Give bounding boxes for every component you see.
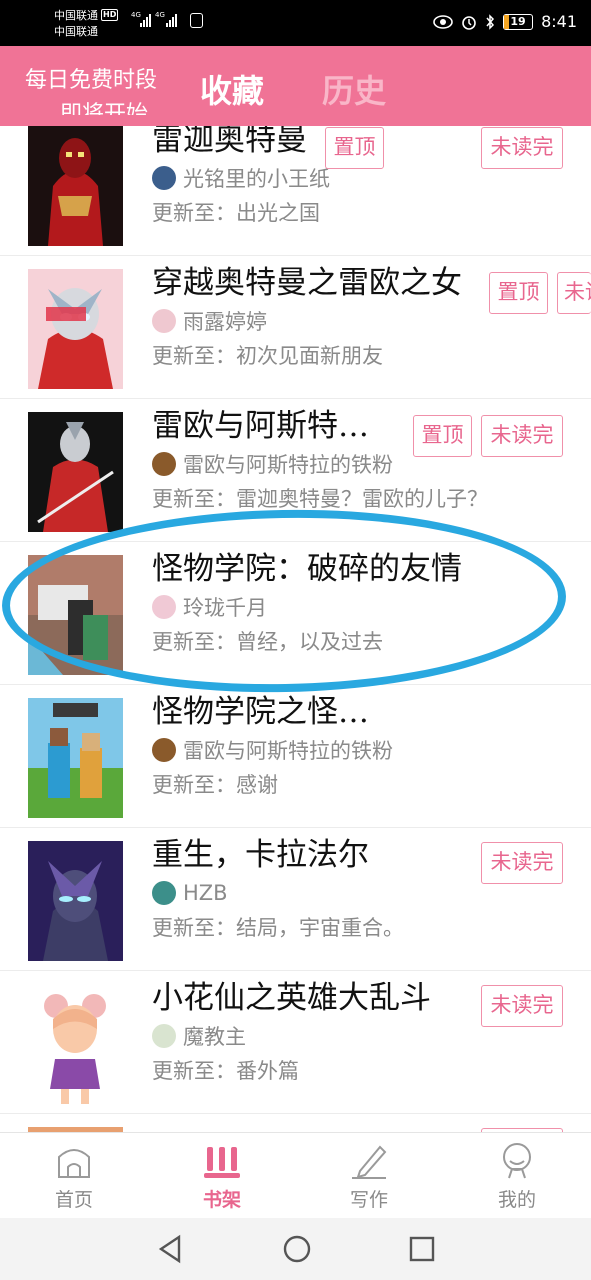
signal-icon-1 [140,14,151,27]
hd-icon: HD [101,9,119,21]
profile-icon [503,1143,531,1179]
bluetooth-icon [486,13,495,30]
unread-badge[interactable]: 未读完 [481,842,563,884]
list-item[interactable]: 怪物学院之怪… 雷欧与阿斯特拉的铁粉 更新至：感谢 [0,685,591,828]
author-avatar [152,881,176,905]
carrier-2: 中国联通 [54,25,98,38]
book-author: 雷欧与阿斯特拉的铁粉 [183,453,393,477]
unread-badge[interactable]: 未读完 [481,985,563,1027]
header: 每日免费时段 即将开始 收藏 历史 [0,46,591,126]
bookshelf-icon [204,1147,240,1178]
carrier-1: 中国联通 [54,9,98,22]
author-avatar [152,1024,176,1048]
book-title: 穿越奥特曼之雷欧之女 [152,265,462,301]
back-icon[interactable] [157,1234,183,1264]
clock: 8:41 [541,12,577,31]
home-circle-icon[interactable] [282,1234,312,1264]
list-item[interactable]: 重生，卡拉法尔 HZB 更新至：结局，宇宙重合。 未读完 [0,828,591,971]
book-latest-chapter: 更新至：感谢 [152,773,278,797]
pencil-icon [352,1145,387,1179]
book-cover [28,841,123,961]
book-latest-chapter: 更新至：结局，宇宙重合。 [152,916,404,940]
book-latest-chapter: 更新至：出光之国 [152,201,320,225]
book-author: 光铭里的小王纸 [183,167,330,191]
pin-badge[interactable]: 置顶 [413,415,472,457]
author-avatar [152,738,176,762]
nav-write[interactable]: 写作 [309,1133,429,1219]
pin-badge[interactable]: 置顶 [325,127,384,169]
tab-history[interactable]: 历史 [322,66,386,112]
book-latest-chapter: 更新至：初次见面新朋友 [152,344,383,368]
list-item[interactable] [0,1114,591,1132]
unread-badge[interactable]: 未读完 [481,415,563,457]
author-avatar [152,309,176,333]
book-title: 怪物学院之怪… [152,694,369,730]
status-bar: 中国联通 中国联通 HD 4G 4G 19 8:41 [0,0,591,46]
book-latest-chapter: 更新至：番外篇 [152,1059,299,1083]
nav-mine[interactable]: 我的 [457,1133,577,1219]
book-title: 重生，卡拉法尔 [152,837,369,873]
unread-badge[interactable]: 未读完 [481,127,563,169]
bottom-navigation: 首页 书架 写作 我的 [0,1132,591,1218]
book-cover [28,269,123,389]
pin-badge[interactable]: 置顶 [489,272,548,314]
book-title: 雷欧与阿斯特… [152,408,369,444]
author-avatar [152,166,176,190]
nav-home-label: 首页 [54,1189,93,1211]
nav-home[interactable]: 首页 [14,1133,134,1219]
system-navigation-bar [0,1218,591,1280]
book-cover [28,126,123,246]
eye-icon [433,14,453,29]
tab-favorites[interactable]: 收藏 [200,66,264,112]
notification-icon [190,13,203,28]
book-author: 雨露婷婷 [183,310,267,334]
nav-mine-label: 我的 [497,1189,536,1211]
battery-level: 19 [510,14,526,28]
home-icon [58,1149,90,1178]
nav-write-label: 写作 [349,1189,388,1211]
battery-icon: 19 [503,13,534,30]
book-author: 魔教主 [183,1025,246,1049]
free-period-banner[interactable]: 每日免费时段 [25,66,195,96]
list-item[interactable]: 小花仙之英雄大乱斗 魔教主 更新至：番外篇 未读完 [0,971,591,1114]
book-author: HZB [183,881,228,905]
book-cover [28,984,123,1104]
signal-icon-2 [166,14,177,27]
nav-bookshelf-label: 书架 [202,1189,241,1211]
alarm-icon [462,15,476,30]
network-type-2: 4G [155,11,165,19]
book-author: 雷欧与阿斯特拉的铁粉 [183,739,393,763]
book-latest-chapter: 更新至：雷迦奥特曼？雷欧的儿子？ [152,487,488,511]
author-avatar [152,452,176,476]
unread-badge[interactable]: 未读完 [557,272,591,314]
book-cover [28,698,123,818]
nav-bookshelf[interactable]: 书架 [162,1133,282,1219]
book-title: 小花仙之英雄大乱斗 [152,980,431,1016]
book-cover [28,412,123,532]
book-title: 雷迦奥特曼 [152,126,307,158]
list-item[interactable]: 穿越奥特曼之雷欧之女 雨露婷婷 更新至：初次见面新朋友 置顶 未读完 [0,256,591,399]
list-item[interactable]: 雷迦奥特曼 光铭里的小王纸 更新至：出光之国 置顶 未读完 [0,126,591,256]
recents-icon[interactable] [408,1234,436,1264]
